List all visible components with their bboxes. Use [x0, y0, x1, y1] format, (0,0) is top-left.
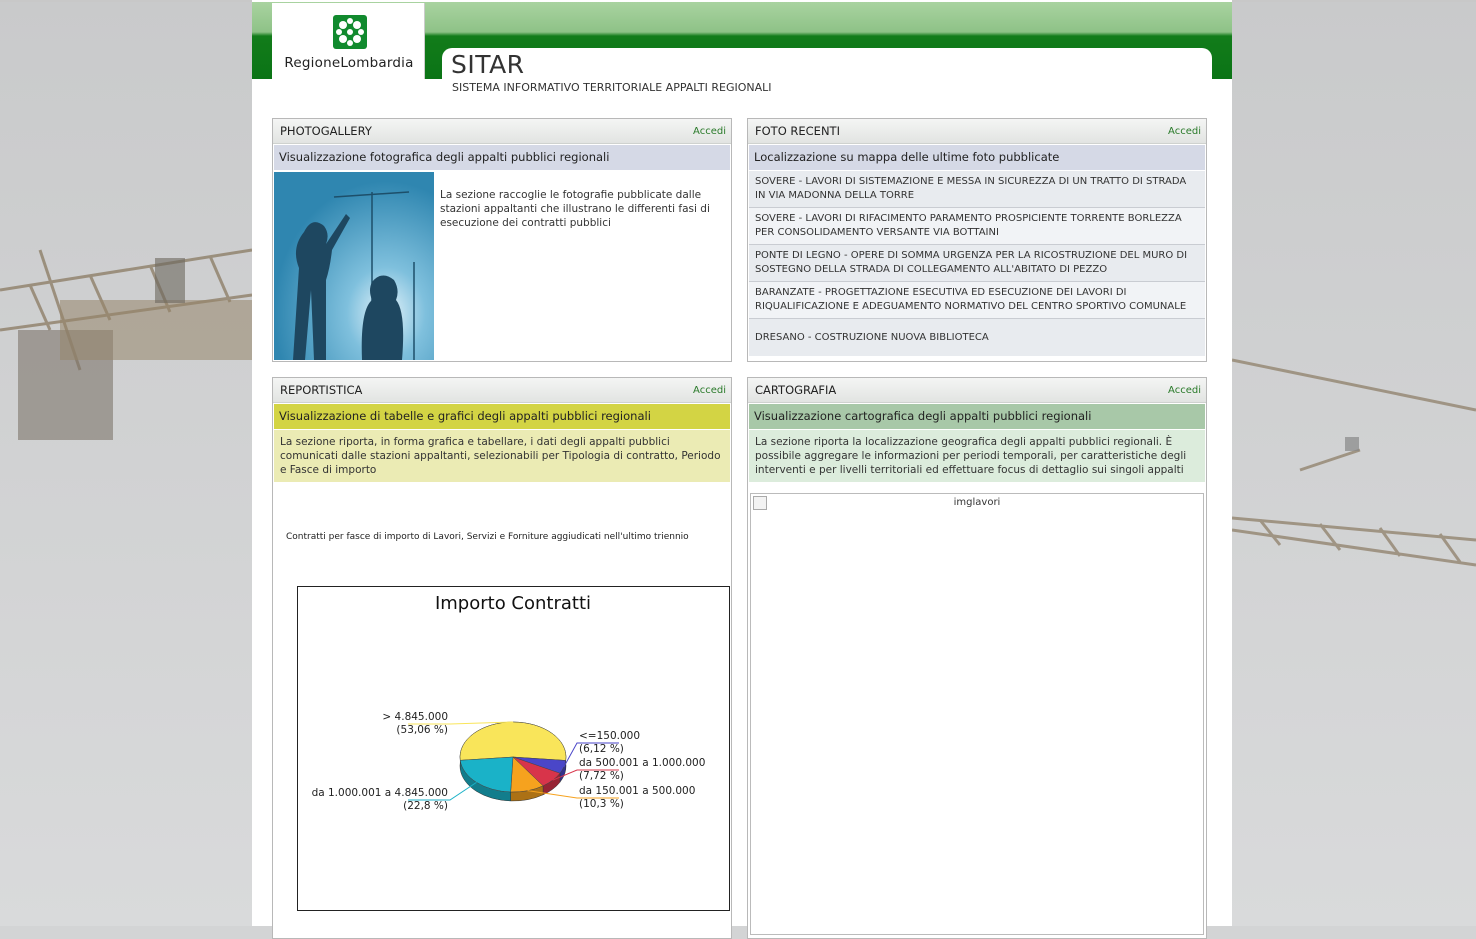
panel-header: PHOTOGALLERY Accedi [273, 119, 731, 144]
pie-chart-box[interactable]: Importo Contratti > 4.845.000 (53,06 %) <=… [297, 586, 730, 911]
pie-slice[interactable] [459, 721, 567, 761]
accedi-link[interactable]: Accedi [1168, 126, 1201, 137]
accedi-link[interactable]: Accedi [693, 385, 726, 396]
list-item[interactable]: SOVERE - LAVORI DI RIFACIMENTO PARAMENTO… [749, 208, 1205, 245]
pie-chart: Importo Contratti > 4.845.000(53,06 %) <=… [312, 593, 706, 812]
construction-workers-photo[interactable] [274, 172, 434, 360]
panel-description: La sezione riporta, in forma grafica e t… [274, 430, 730, 482]
regione-lombardia-logo[interactable]: RegioneLombardia [272, 3, 425, 79]
panel-title: PHOTOGALLERY [280, 124, 372, 138]
panel-header: REPORTISTICA Accedi [273, 378, 731, 403]
list-item[interactable]: SOVERE - LAVORI DI SISTEMAZIONE E MESSA … [749, 171, 1205, 208]
pie-label: > 4.845.000 [382, 711, 448, 723]
panel-subtitle: Localizzazione su mappa delle ultime fot… [749, 145, 1205, 170]
panel-subtitle: Visualizzazione fotografica degli appalt… [274, 145, 730, 170]
map-image[interactable]: imglavori [750, 493, 1204, 935]
image-alt-text: imglavori [953, 497, 1001, 508]
list-item[interactable]: PONTE DI LEGNO - OPERE DI SOMMA URGENZA … [749, 245, 1205, 282]
accedi-link[interactable]: Accedi [693, 126, 726, 137]
foto-recenti-panel: FOTO RECENTI Accedi Localizzazione su ma… [747, 118, 1207, 362]
pie-label: da 150.001 a 500.000 [579, 785, 695, 797]
page-container: RegioneLombardia SITAR SISTEMA INFORMATI… [252, 0, 1232, 939]
panel-title: CARTOGRAFIA [755, 383, 837, 397]
panel-header: FOTO RECENTI Accedi [748, 119, 1206, 144]
recent-photos-list: SOVERE - LAVORI DI SISTEMAZIONE E MESSA … [749, 171, 1205, 356]
pie-percent-label: (22,8 %) [403, 800, 448, 812]
title-tab [442, 48, 1212, 79]
pie-slice[interactable] [459, 756, 514, 793]
photogallery-panel: PHOTOGALLERY Accedi Visualizzazione foto… [272, 118, 732, 362]
pie-percent-label: (53,06 %) [396, 724, 448, 736]
panel-subtitle: Visualizzazione di tabelle e grafici deg… [274, 404, 730, 429]
reportistica-panel: REPORTISTICA Accedi Visualizzazione di t… [272, 377, 732, 939]
logo-text: RegioneLombardia [284, 55, 414, 71]
panel-header: CARTOGRAFIA Accedi [748, 378, 1206, 403]
panel-subtitle: Visualizzazione cartografica degli appal… [749, 404, 1205, 429]
panel-description: La sezione raccoglie le fotografie pubbl… [440, 189, 710, 229]
panel-title: REPORTISTICA [280, 383, 363, 397]
pie-percent-label: (7,72 %) [579, 770, 624, 782]
app-subtitle: SISTEMA INFORMATIVO TERRITORIALE APPALTI… [452, 81, 772, 94]
pie-label: da 1.000.001 a 4.845.000 [312, 787, 448, 799]
app-title: SITAR [451, 50, 525, 79]
pie-slices [459, 721, 567, 793]
accedi-link[interactable]: Accedi [1168, 385, 1201, 396]
rose-camuna-icon [333, 15, 367, 49]
cartografia-panel: CARTOGRAFIA Accedi Visualizzazione carto… [747, 377, 1207, 939]
pie-label: <=150.000 [579, 730, 640, 742]
pie-percent-label: (10,3 %) [579, 798, 624, 810]
pie-percent-label: (6,12 %) [579, 743, 624, 755]
pie-label: da 500.001 a 1.000.000 [579, 757, 705, 769]
panel-description: La sezione riporta la localizzazione geo… [749, 430, 1205, 482]
panel-title: FOTO RECENTI [755, 124, 840, 138]
list-item[interactable]: DRESANO - COSTRUZIONE NUOVA BIBLIOTECA [749, 319, 1205, 356]
chart-caption: Contratti per fasce di importo di Lavori… [286, 532, 689, 542]
chart-title: Importo Contratti [435, 593, 591, 614]
list-item[interactable]: BARANZATE - PROGETTAZIONE ESECUTIVA ED E… [749, 282, 1205, 319]
